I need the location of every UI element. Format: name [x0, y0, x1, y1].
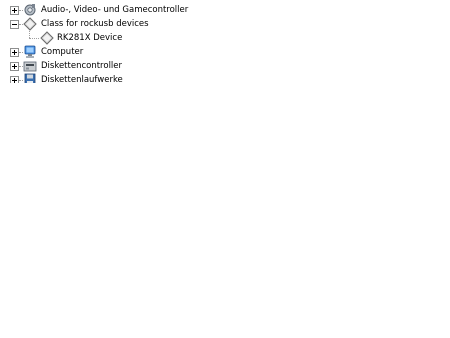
tree-item-computer[interactable]: Computer: [0, 45, 450, 59]
collapse-minus-icon[interactable]: [10, 20, 19, 29]
tree-item-floppy-drives[interactable]: Diskettenlaufwerke: [0, 73, 450, 83]
expand-plus-icon[interactable]: [10, 76, 19, 83]
tree-item-label: Class for rockusb devices: [41, 19, 149, 29]
tree-item-label: Diskettenlaufwerke: [41, 75, 123, 83]
device-icon: [40, 31, 54, 45]
computer-icon: [23, 45, 37, 59]
tree-item-audio-controllers[interactable]: Audio-, Video- und Gamecontroller: [0, 3, 450, 17]
audio-controller-icon: [23, 3, 37, 17]
tree-item-rockusb-class[interactable]: Class for rockusb devices: [0, 17, 450, 31]
expand-plus-icon[interactable]: [10, 62, 19, 71]
device-class-icon: [23, 17, 37, 31]
floppy-drive-icon: [23, 73, 37, 83]
tree-item-rk281x-device[interactable]: RK281X Device: [0, 31, 450, 45]
device-manager-tree: Audio-, Video- und Gamecontroller Class …: [0, 3, 450, 83]
expand-plus-icon[interactable]: [10, 6, 19, 15]
tree-item-label: Audio-, Video- und Gamecontroller: [41, 5, 189, 15]
floppy-controller-icon: [23, 59, 37, 73]
expand-plus-icon[interactable]: [10, 48, 19, 57]
tree-item-floppy-controllers[interactable]: Diskettencontroller: [0, 59, 450, 73]
tree-item-label: RK281X Device: [57, 33, 123, 43]
tree-item-label: Computer: [41, 47, 84, 57]
tree-item-label: Diskettencontroller: [41, 61, 123, 71]
